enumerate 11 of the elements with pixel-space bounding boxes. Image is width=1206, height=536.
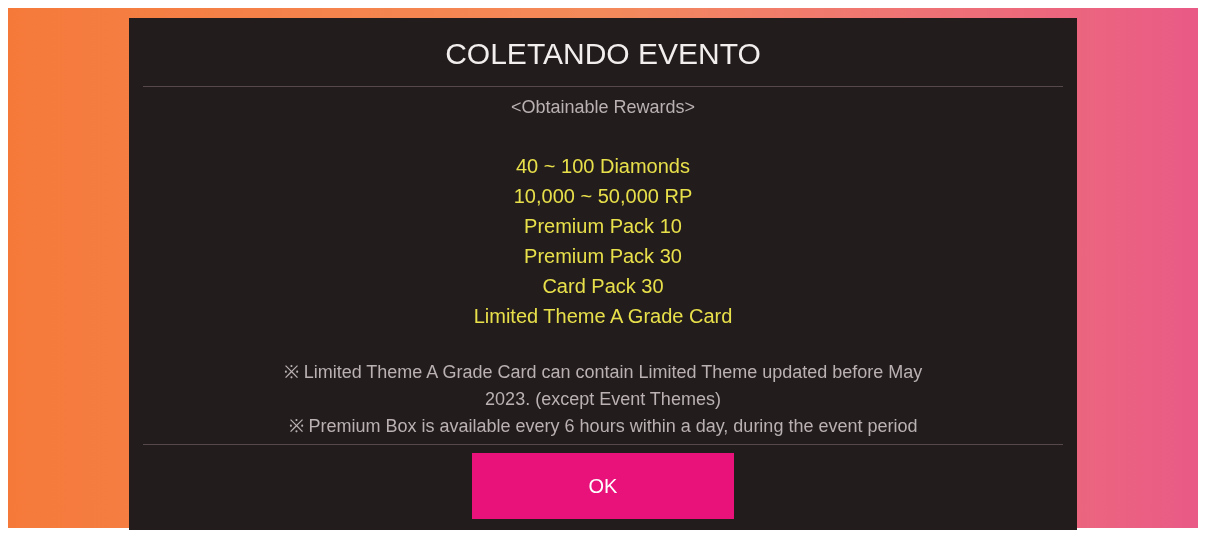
dialog-title: COLETANDO EVENTO xyxy=(445,36,761,72)
reward-item: 10,000 ~ 50,000 RP xyxy=(513,184,693,209)
note-text: ※ Premium Box is available every 6 hours within a day, during the event period xyxy=(287,415,919,438)
reward-item: Card Pack 30 xyxy=(542,274,664,299)
reward-item: Premium Pack 30 xyxy=(524,244,682,269)
reward-item: 40 ~ 100 Diamonds xyxy=(516,154,690,179)
note-text: ※ Limited Theme A Grade Card can contain Limited Theme updated before May 2023. (except Event Themes) xyxy=(283,361,923,411)
ok-button[interactable]: OK xyxy=(472,453,734,519)
reward-item: Premium Pack 10 xyxy=(524,214,682,239)
section-heading: <Obtainable Rewards> xyxy=(510,96,696,119)
reward-item: Limited Theme A Grade Card xyxy=(473,304,733,329)
